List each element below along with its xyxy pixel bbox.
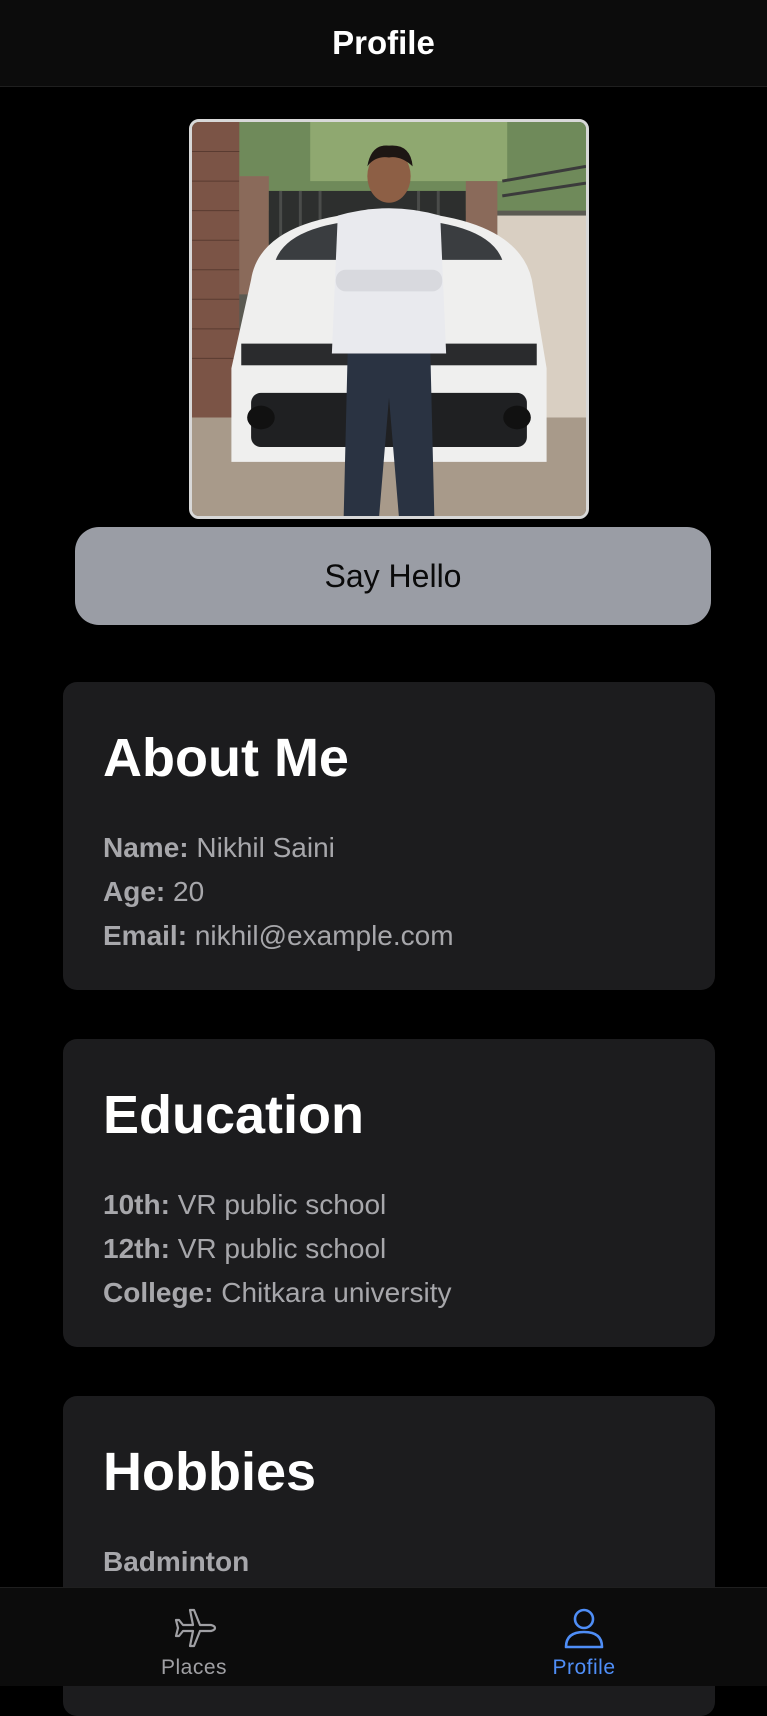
education-college-key: College: (103, 1277, 214, 1308)
say-hello-button[interactable]: Say Hello (75, 527, 711, 625)
education-12th-row: 12th: VR public school (103, 1227, 675, 1271)
profile-photo-image (192, 122, 586, 516)
education-title: Education (103, 1085, 365, 1145)
about-age-row: Age: 20 (103, 870, 675, 914)
about-age-value: 20 (173, 876, 205, 907)
tab-places-label: Places (160, 1656, 228, 1679)
education-12th-value: VR public school (177, 1233, 387, 1264)
education-card: Education 10th: VR public school 12th: V… (63, 1039, 715, 1347)
about-name-key: Name: (103, 832, 189, 863)
tab-profile-label: Profile (552, 1656, 616, 1679)
about-name-value: Nikhil Saini (196, 832, 335, 863)
education-10th-value: VR public school (177, 1189, 387, 1220)
person-icon (564, 1608, 604, 1649)
about-email-key: Email: (103, 920, 188, 951)
about-me-card: About Me Name: Nikhil Saini Age: 20 Emai… (63, 682, 715, 990)
about-email-row: Email: nikhil@example.com (103, 914, 675, 958)
airplane-icon (174, 1608, 217, 1648)
about-age-key: Age: (103, 876, 166, 907)
about-name-row: Name: Nikhil Saini (103, 826, 675, 870)
hobbies-title: Hobbies (103, 1442, 317, 1502)
tab-places[interactable]: Places (94, 1588, 294, 1686)
education-10th-key: 10th: (103, 1189, 170, 1220)
nav-header: Profile (0, 0, 767, 87)
education-12th-key: 12th: (103, 1233, 170, 1264)
education-college-row: College: Chitkara university (103, 1271, 675, 1315)
page-title: Profile (332, 24, 435, 61)
about-email-value: nikhil@example.com (194, 920, 454, 951)
profile-photo (189, 119, 589, 519)
education-college-value: Chitkara university (221, 1277, 452, 1308)
about-me-title: About Me (103, 728, 349, 788)
tab-profile[interactable]: Profile (484, 1588, 684, 1686)
tab-bar: Places Profile (0, 1587, 767, 1686)
hobby-item: Badminton (103, 1546, 250, 1577)
education-10th-row: 10th: VR public school (103, 1183, 675, 1227)
